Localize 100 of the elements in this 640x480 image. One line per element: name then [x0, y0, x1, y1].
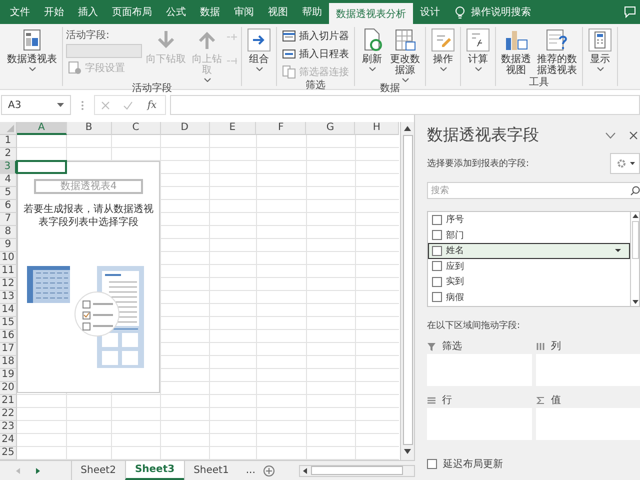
ribbon-button[interactable]: 组合 [245, 27, 273, 72]
checkbox[interactable] [432, 292, 442, 302]
field-item[interactable]: 部门 [428, 228, 630, 243]
checkbox[interactable] [432, 214, 442, 225]
name-box[interactable]: A3 [1, 95, 71, 115]
row-header[interactable]: 9 [0, 239, 17, 252]
field-name: 病假 [446, 292, 464, 304]
column-header[interactable]: D [160, 122, 210, 135]
sheet-tab[interactable]: Sheet1 [184, 461, 238, 480]
settings-button[interactable] [610, 153, 640, 174]
scroll-down-icon[interactable] [632, 299, 638, 305]
field-item[interactable]: 实到 [428, 274, 630, 290]
column-header[interactable]: E [210, 122, 256, 135]
row-header[interactable]: 6 [0, 200, 17, 213]
prompt-text: 选择要添加到报表的字段: [427, 158, 530, 170]
column-header[interactable]: H [355, 122, 400, 135]
row-header[interactable]: 18 [0, 356, 17, 369]
next-sheet-icon[interactable] [34, 466, 42, 474]
row-header[interactable]: 25 [0, 447, 17, 460]
ribbon-tab[interactable]: 设计 [413, 0, 447, 24]
column-header[interactable]: F [256, 122, 306, 135]
table-question-icon [545, 28, 569, 52]
row-header[interactable]: 5 [0, 187, 17, 200]
row-header[interactable]: 24 [0, 434, 17, 447]
ribbon-button[interactable]: 插入日程表 [280, 46, 351, 62]
ribbon-tab[interactable]: 页面布局 [105, 0, 159, 24]
row-header[interactable]: 3 [0, 161, 17, 174]
insert-function-button[interactable]: fx [145, 100, 159, 110]
ribbon-tab[interactable]: 数据透视表分析 [329, 3, 413, 24]
row-header[interactable]: 12 [0, 278, 17, 291]
chevron-down-icon[interactable] [605, 132, 616, 138]
checkbox[interactable] [432, 261, 442, 272]
column-header[interactable]: B [66, 122, 112, 135]
row-header[interactable]: 2 [0, 148, 17, 161]
ribbon-tab[interactable]: 插入 [71, 0, 105, 24]
row-header[interactable]: 10 [0, 252, 17, 265]
checkbox[interactable] [427, 459, 437, 469]
vertical-scrollbar[interactable] [400, 122, 414, 460]
row-header[interactable]: 20 [0, 382, 17, 395]
ribbon-button[interactable]: 计算 [464, 27, 492, 72]
row-header[interactable]: 13 [0, 291, 17, 304]
row-header[interactable]: 22 [0, 408, 17, 421]
row-header[interactable]: 1 [0, 135, 17, 148]
add-sheet-icon[interactable] [263, 464, 276, 476]
field-item[interactable]: 病假 [428, 290, 630, 305]
checkbox[interactable] [432, 276, 442, 287]
close-icon[interactable] [629, 130, 638, 140]
scroll-thumb[interactable] [311, 466, 403, 475]
search-field[interactable]: 搜索 [427, 182, 640, 199]
scroll-up-icon[interactable] [403, 124, 412, 133]
ribbon-button[interactable]: 推荐的数据透视表 [535, 27, 579, 77]
row-header[interactable]: 11 [0, 265, 17, 278]
ribbon-button[interactable]: 插入切片器 [280, 28, 351, 44]
checkbox[interactable] [432, 230, 442, 240]
scroll-thumb[interactable] [402, 135, 413, 445]
field-item[interactable]: 应到 [428, 258, 630, 274]
column-header[interactable]: G [306, 122, 356, 135]
dropdown-icon[interactable] [615, 249, 621, 252]
row-header[interactable]: 19 [0, 369, 17, 382]
field-item[interactable]: 姓名 [428, 243, 630, 258]
ribbon-tab[interactable]: 帮助 [295, 0, 329, 24]
row-header[interactable]: 21 [0, 395, 17, 408]
scroll-left-icon[interactable] [301, 466, 310, 474]
ribbon-button[interactable]: 更改数据源 [388, 27, 422, 83]
ribbon-tab[interactable]: 开始 [37, 0, 71, 24]
row-header[interactable]: 16 [0, 330, 17, 343]
selected-cell[interactable] [16, 160, 67, 174]
check-icon[interactable] [122, 100, 133, 110]
comment-icon[interactable] [624, 6, 636, 18]
ribbon-button[interactable]: 数据透视图 [499, 27, 533, 77]
ribbon-tab[interactable]: 视图 [261, 0, 295, 24]
ribbon-tab[interactable]: 数据 [193, 0, 227, 24]
ribbon-tab[interactable]: 文件 [3, 0, 37, 24]
scroll-up-icon[interactable] [632, 213, 638, 219]
row-header[interactable]: 14 [0, 304, 17, 317]
ribbon-button[interactable]: 显示 [586, 27, 614, 72]
ribbon-button[interactable]: 操作 [429, 27, 457, 72]
row-header[interactable]: 8 [0, 226, 17, 239]
field-item[interactable]: 序号 [428, 212, 630, 228]
row-header[interactable]: 4 [0, 174, 17, 187]
formula-input[interactable] [170, 95, 640, 115]
ribbon-button[interactable]: 数据透视表 [5, 27, 59, 72]
row-header[interactable]: 15 [0, 317, 17, 330]
checkbox[interactable] [432, 246, 442, 256]
ribbon-button[interactable]: 刷新 [358, 27, 386, 72]
sheet-tab[interactable]: Sheet3 [124, 461, 184, 480]
scroll-thumb[interactable] [632, 221, 638, 259]
more-sheets-button[interactable]: ... [238, 465, 264, 476]
row-header[interactable]: 7 [0, 213, 17, 226]
ribbon-tab[interactable]: 公式 [159, 0, 193, 24]
area-label: 筛选 [442, 340, 462, 353]
scroll-down-icon[interactable] [403, 447, 412, 456]
row-header[interactable]: 23 [0, 421, 17, 434]
row-header[interactable]: 17 [0, 343, 17, 356]
tell-me-search[interactable]: 操作说明搜索 [447, 0, 539, 24]
column-header[interactable]: A [17, 122, 67, 135]
horizontal-scrollbar[interactable] [299, 464, 415, 476]
list-scrollbar[interactable] [630, 212, 639, 306]
ribbon-tab[interactable]: 审阅 [227, 0, 261, 24]
column-header[interactable]: C [112, 122, 161, 135]
